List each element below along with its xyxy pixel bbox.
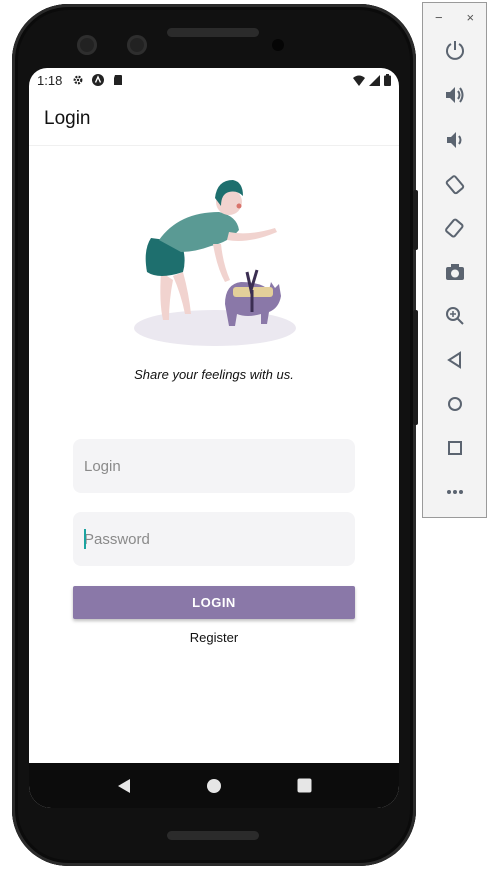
page-title: Login <box>44 107 91 129</box>
screenshot-button[interactable] <box>442 259 468 285</box>
power-button[interactable] <box>442 37 468 63</box>
front-camera <box>127 35 147 55</box>
back-icon <box>447 351 461 369</box>
home-icon <box>448 397 462 411</box>
phone-screen: 1:18 Login Share your feelings with us. … <box>29 68 399 808</box>
app-notification-icon <box>92 74 105 86</box>
close-button[interactable]: × <box>466 10 474 25</box>
back-triangle-icon <box>118 778 130 793</box>
emulator-window-controls: − × <box>423 7 486 27</box>
status-indicators <box>353 74 391 86</box>
more-icon <box>447 490 463 494</box>
password-input[interactable] <box>73 512 355 566</box>
zoom-button[interactable] <box>442 303 468 329</box>
minimize-button[interactable]: − <box>435 10 443 25</box>
home-button[interactable] <box>442 391 468 417</box>
emulator-toolbar: − × <box>422 2 487 518</box>
nav-back-button[interactable] <box>114 776 134 796</box>
hero-tagline: Share your feelings with us. <box>134 367 294 382</box>
zoom-icon <box>446 307 464 325</box>
app-bar: Login <box>29 92 399 146</box>
volume-up-icon <box>446 87 464 103</box>
text-cursor <box>84 529 86 549</box>
back-button[interactable] <box>442 347 468 373</box>
rotate-right-button[interactable] <box>442 215 468 241</box>
rotate-left-button[interactable] <box>442 171 468 197</box>
overview-icon <box>448 441 462 455</box>
power-icon <box>446 41 464 60</box>
volume-down-button[interactable] <box>442 127 468 153</box>
more-button[interactable] <box>442 479 468 505</box>
cell-signal-icon <box>369 74 380 86</box>
login-input[interactable] <box>73 439 355 493</box>
nav-overview-button[interactable] <box>294 776 314 796</box>
emulator-window: 1:18 Login Share your feelings with us. … <box>0 0 492 870</box>
hero-illustration <box>134 180 296 346</box>
phone-side-button <box>413 310 418 425</box>
home-circle-icon <box>207 778 221 793</box>
front-camera <box>77 35 97 55</box>
login-button[interactable]: LOGIN <box>73 586 355 619</box>
status-time: 1:18 <box>37 72 63 88</box>
volume-up-button[interactable] <box>442 82 468 108</box>
volume-down-icon <box>447 132 462 148</box>
phone-speaker <box>167 831 259 840</box>
settings-icon <box>73 75 83 85</box>
overview-button[interactable] <box>442 435 468 461</box>
phone-side-button <box>413 190 418 250</box>
wifi-icon <box>353 75 365 86</box>
proximity-sensor <box>272 39 284 51</box>
sd-card-icon <box>114 75 123 85</box>
battery-icon <box>384 74 391 86</box>
status-bar: 1:18 <box>29 68 399 92</box>
rotate-left-icon <box>445 175 465 195</box>
nav-home-button[interactable] <box>204 776 224 796</box>
register-link[interactable]: Register <box>29 630 399 645</box>
system-nav-bar <box>29 763 399 808</box>
camera-icon <box>446 264 464 280</box>
phone-speaker <box>167 28 259 37</box>
overview-square-icon <box>297 778 311 793</box>
rotate-right-icon <box>445 218 464 238</box>
